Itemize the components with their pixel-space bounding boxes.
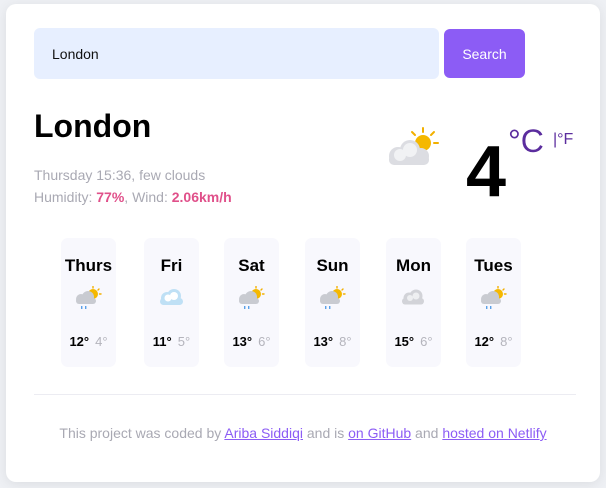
forecast-min: 6° [420, 334, 433, 349]
date-description-line: Thursday 15:36, few clouds [34, 167, 206, 183]
forecast-temps: 15° 6° [386, 334, 441, 349]
forecast-day: Sun 13° 8° [305, 238, 360, 367]
forecast-temps: 12° 8° [466, 334, 521, 349]
forecast-max: 12° [474, 334, 495, 349]
current-conditions: Thursday 15:36, few clouds Humidity: 77%… [34, 164, 232, 208]
forecast-day-name: Sun [316, 256, 349, 275]
footer-and: and [411, 425, 443, 441]
weather-card: Search London Thursday 15:36, few clouds… [6, 4, 600, 482]
footer-middle: and is [302, 425, 349, 441]
forecast-min: 4° [95, 334, 108, 349]
humidity-value: 77% [96, 189, 125, 205]
wind-value: 2.06km/h [171, 189, 232, 205]
forecast-min: 8° [339, 334, 352, 349]
forecast-max: 13° [313, 334, 334, 349]
forecast-temps: 13° 8° [305, 334, 360, 349]
forecast-max: 11° [152, 334, 172, 349]
forecast-max: 12° [69, 334, 90, 349]
cloud-icon [397, 286, 429, 317]
forecast-day: Thurs 12° 4° [61, 238, 116, 367]
snow-cloud-icon [155, 286, 187, 317]
forecast-max: 13° [232, 334, 253, 349]
search-button[interactable]: Search [444, 29, 525, 78]
wind-label: Wind: [132, 189, 168, 205]
footer: This project was coded by Ariba Siddiqi … [6, 425, 600, 441]
celsius-unit-link[interactable]: °C [508, 124, 544, 158]
sun-cloud-rain-icon [235, 285, 267, 317]
forecast-temps: 12° 4° [61, 334, 116, 349]
footer-prefix: This project was coded by [59, 425, 225, 441]
github-link[interactable]: on GitHub [348, 425, 411, 441]
forecast-day: Tues 12° 8° [466, 238, 521, 367]
forecast-temps: 11° 5° [144, 334, 199, 349]
forecast-day-name: Mon [396, 256, 431, 275]
humidity-wind-line: Humidity: 77%, Wind: 2.06km/h [34, 189, 232, 205]
forecast-temps: 13° 6° [224, 334, 279, 349]
forecast-min: 6° [258, 334, 271, 349]
forecast-min: 8° [500, 334, 513, 349]
forecast-day: Mon 15° 6° [386, 238, 441, 367]
author-link[interactable]: Ariba Siddiqi [224, 425, 303, 441]
forecast-day-name: Thurs [64, 256, 113, 275]
fahrenheit-unit-link[interactable]: |°F [553, 130, 573, 150]
footer-divider [34, 394, 576, 395]
forecast-day-name: Sat [238, 256, 265, 275]
forecast-day-name: Tues [474, 256, 513, 275]
forecast-day: Sat 13° 6° [224, 238, 279, 367]
current-temperature: 4 [466, 132, 507, 212]
humidity-label: Humidity: [34, 189, 93, 205]
sun-cloud-rain-icon [72, 285, 104, 317]
city-name: London [34, 108, 152, 144]
forecast-day-name: Fri [160, 256, 183, 275]
city-search-input[interactable] [34, 28, 439, 79]
netlify-link[interactable]: hosted on Netlify [442, 425, 546, 441]
forecast-day: Fri 11° 5° [144, 238, 199, 367]
forecast-max: 15° [394, 334, 415, 349]
few-clouds-icon [382, 126, 442, 175]
sun-cloud-rain-icon [477, 285, 509, 317]
day-time: Thursday 15:36 [34, 167, 132, 183]
forecast-min: 5° [177, 334, 191, 349]
weather-description: few clouds [139, 167, 206, 183]
sun-cloud-rain-icon [316, 285, 348, 317]
